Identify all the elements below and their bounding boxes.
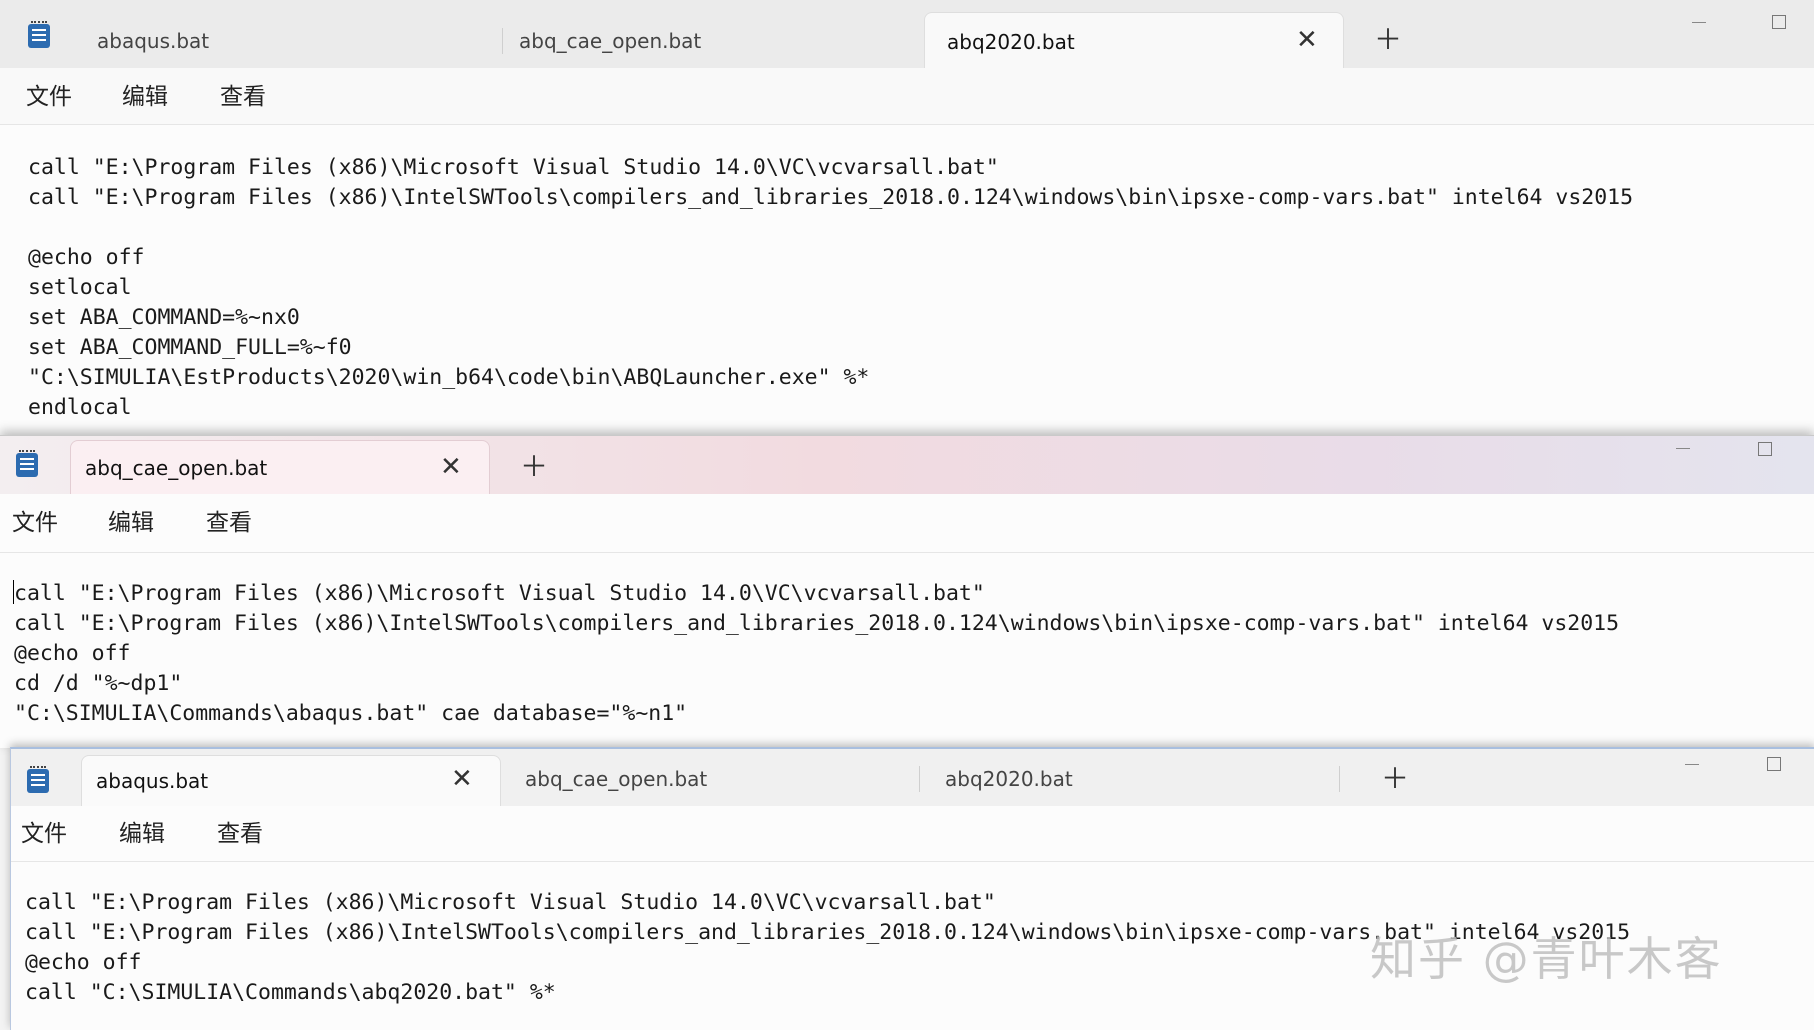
- tab-separator: [919, 766, 920, 792]
- text-editor[interactable]: call "E:\Program Files (x86)\Microsoft V…: [0, 124, 1814, 440]
- code-line: cd /d "%~dp1": [14, 671, 183, 696]
- tab-abq2020-bat[interactable]: abq2020.bat: [924, 12, 1344, 68]
- notepad-icon: [27, 766, 49, 793]
- tab-abq-cae-open-bat[interactable]: abq_cae_open.bat: [497, 12, 917, 70]
- menu-edit[interactable]: 编辑: [122, 70, 168, 124]
- code-line: set ABA_COMMAND=%~nx0: [28, 305, 300, 330]
- plus-icon[interactable]: ＋: [1381, 765, 1409, 793]
- notepad-icon: [28, 21, 50, 48]
- code-line: call "E:\Program Files (x86)\IntelSWTool…: [14, 611, 1620, 636]
- tab-label: abq_cae_open.bat: [525, 767, 708, 791]
- menu-file[interactable]: 文件: [21, 807, 67, 861]
- minimize-icon[interactable]: [1692, 22, 1706, 23]
- code-line: call "E:\Program Files (x86)\Microsoft V…: [28, 155, 999, 180]
- maximize-icon[interactable]: [1758, 442, 1772, 456]
- menu-view[interactable]: 查看: [220, 70, 266, 124]
- title-bar: abaqus.bat ✕ abq_cae_open.bat abq2020.ba…: [11, 749, 1814, 806]
- menu-file[interactable]: 文件: [12, 496, 58, 550]
- code-line: "C:\SIMULIA\Commands\abaqus.bat" cae dat…: [14, 701, 688, 726]
- tab-abaqus-bat[interactable]: abaqus.bat: [81, 755, 501, 806]
- menu-bar: 文件 编辑 查看: [0, 70, 1814, 124]
- plus-icon[interactable]: ＋: [520, 453, 548, 481]
- tab-label: abq_cae_open.bat: [85, 456, 268, 480]
- zhihu-watermark: 知乎 @青叶木客: [1370, 932, 1723, 986]
- code-text: call "E:\Program Files (x86)\Microsoft V…: [13, 579, 1620, 729]
- minimize-icon[interactable]: [1676, 448, 1690, 449]
- code-line: set ABA_COMMAND_FULL=%~f0: [28, 335, 352, 360]
- code-line: @echo off: [14, 641, 131, 666]
- code-line: @echo off: [28, 245, 145, 270]
- notepad-icon: [16, 450, 38, 477]
- code-line: @echo off: [25, 950, 142, 975]
- code-line: call "E:\Program Files (x86)\Microsoft V…: [25, 890, 996, 915]
- menu-bar: 文件 编辑 查看: [11, 807, 1814, 861]
- tab-separator: [1339, 766, 1340, 792]
- minimize-icon[interactable]: [1685, 764, 1699, 765]
- menu-edit[interactable]: 编辑: [108, 496, 154, 550]
- code-line: call "C:\SIMULIA\Commands\abq2020.bat" %…: [25, 980, 556, 1005]
- plus-icon[interactable]: ＋: [1374, 26, 1402, 54]
- tab-abq-cae-open-bat[interactable]: abq_cae_open.bat: [503, 753, 923, 805]
- tab-abaqus-bat[interactable]: abaqus.bat: [75, 12, 495, 70]
- tab-label: abq_cae_open.bat: [519, 29, 702, 53]
- notepad-window-abq-cae-open: abq_cae_open.bat ✕ ＋ 文件 编辑 查看 call "E:\P…: [0, 435, 1814, 748]
- maximize-icon[interactable]: [1772, 15, 1786, 29]
- code-line: "C:\SIMULIA\EstProducts\2020\win_b64\cod…: [28, 365, 870, 390]
- menu-view[interactable]: 查看: [206, 496, 252, 550]
- tab-abq-cae-open-bat[interactable]: abq_cae_open.bat: [70, 440, 490, 494]
- close-icon[interactable]: ✕: [451, 766, 473, 792]
- close-icon[interactable]: ✕: [1296, 27, 1318, 53]
- code-line: endlocal: [28, 395, 132, 420]
- title-bar: abaqus.bat abq_cae_open.bat abq2020.bat …: [0, 0, 1814, 68]
- menu-file[interactable]: 文件: [26, 70, 72, 124]
- code-line: setlocal: [28, 275, 132, 300]
- tab-abq2020-bat[interactable]: abq2020.bat: [923, 753, 1343, 805]
- text-editor[interactable]: call "E:\Program Files (x86)\Microsoft V…: [0, 552, 1814, 748]
- menu-view[interactable]: 查看: [217, 807, 263, 861]
- menu-edit[interactable]: 编辑: [119, 807, 165, 861]
- menu-bar: 文件 编辑 查看: [0, 496, 1814, 550]
- notepad-window-abq2020: abaqus.bat abq_cae_open.bat abq2020.bat …: [0, 0, 1814, 440]
- close-icon[interactable]: ✕: [440, 454, 462, 480]
- tab-label: abq2020.bat: [945, 767, 1073, 791]
- tab-label: abq2020.bat: [947, 30, 1075, 54]
- title-bar: abq_cae_open.bat ✕ ＋: [0, 436, 1814, 494]
- code-text: call "E:\Program Files (x86)\Microsoft V…: [28, 153, 1633, 423]
- code-line: call "E:\Program Files (x86)\Microsoft V…: [14, 581, 985, 606]
- code-line: call "E:\Program Files (x86)\IntelSWTool…: [28, 185, 1634, 210]
- maximize-icon[interactable]: [1767, 757, 1781, 771]
- tab-label: abaqus.bat: [96, 769, 209, 793]
- tab-label: abaqus.bat: [97, 29, 210, 53]
